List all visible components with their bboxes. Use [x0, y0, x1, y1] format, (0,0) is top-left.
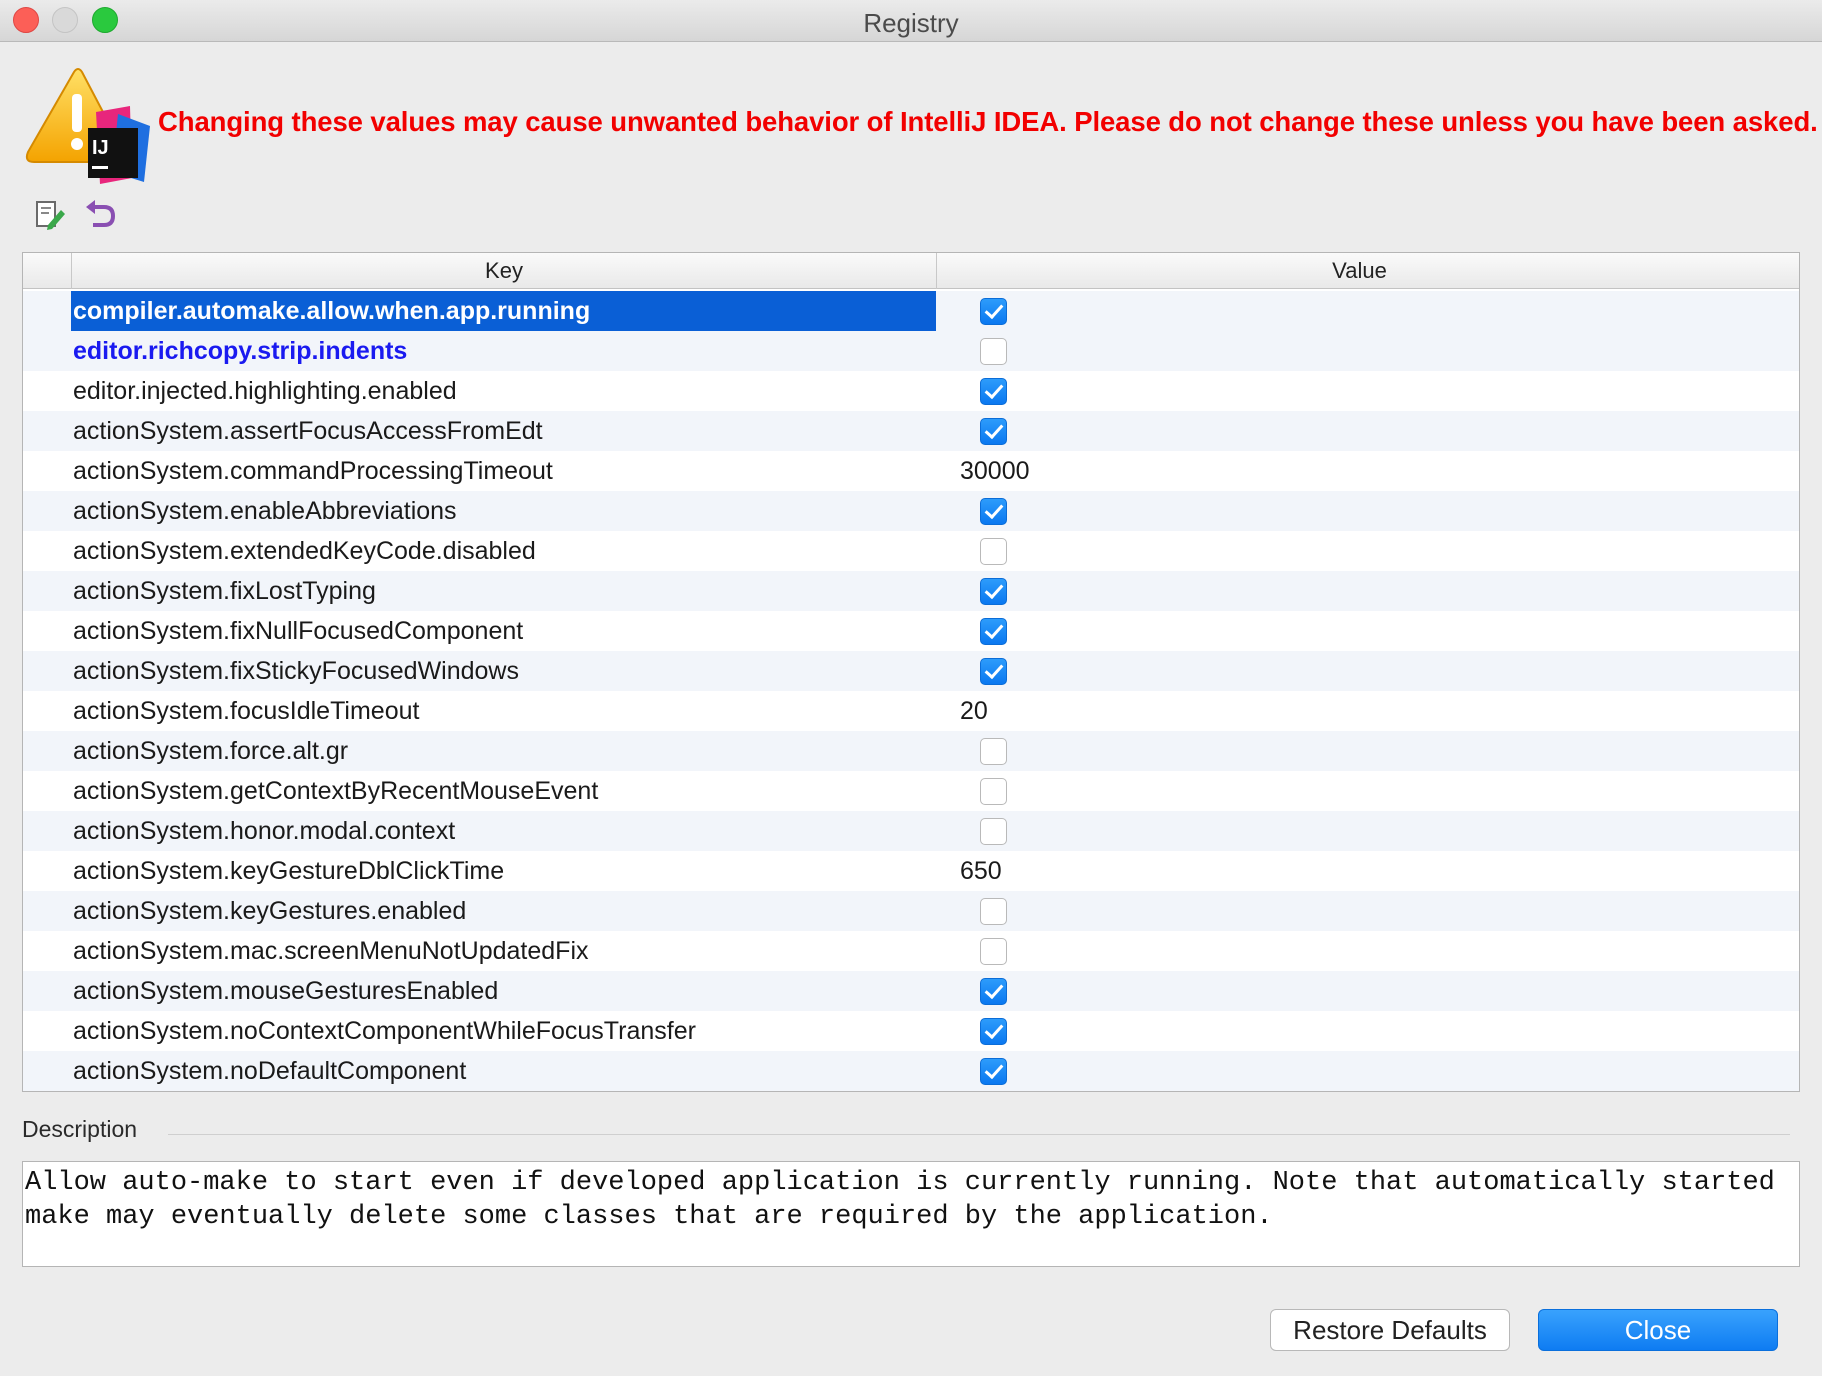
checkbox-checked[interactable]: [980, 1018, 1007, 1045]
table-row[interactable]: actionSystem.getContextByRecentMouseEven…: [23, 771, 1799, 811]
row-value[interactable]: [936, 531, 1782, 571]
checkbox-checked[interactable]: [980, 658, 1007, 685]
table-row[interactable]: editor.richcopy.strip.indents: [23, 331, 1799, 371]
table-row[interactable]: actionSystem.keyGestureDblClickTime 650: [23, 851, 1799, 891]
row-value[interactable]: [936, 731, 1782, 771]
table-row[interactable]: actionSystem.fixStickyFocusedWindows: [23, 651, 1799, 691]
row-value[interactable]: [936, 651, 1782, 691]
table-row[interactable]: actionSystem.force.alt.gr: [23, 731, 1799, 771]
row-value[interactable]: [936, 291, 1782, 331]
row-key[interactable]: actionSystem.keyGestureDblClickTime: [71, 851, 936, 891]
description-label: Description: [22, 1116, 138, 1142]
table-row[interactable]: actionSystem.honor.modal.context: [23, 811, 1799, 851]
row-value[interactable]: [936, 611, 1782, 651]
checkbox-checked[interactable]: [980, 1058, 1007, 1085]
svg-text:IJ: IJ: [92, 137, 109, 159]
row-value[interactable]: [936, 891, 1782, 931]
row-key[interactable]: actionSystem.force.alt.gr: [71, 731, 936, 771]
edit-icon[interactable]: [34, 199, 66, 231]
checkbox-checked[interactable]: [980, 978, 1007, 1005]
table-row[interactable]: compiler.automake.allow.when.app.running: [23, 291, 1799, 331]
row-key[interactable]: actionSystem.focusIdleTimeout: [71, 691, 936, 731]
table-row[interactable]: actionSystem.keyGestures.enabled: [23, 891, 1799, 931]
checkbox-unchecked[interactable]: [980, 338, 1007, 365]
column-header-key[interactable]: Key: [71, 253, 936, 289]
checkbox-checked[interactable]: [980, 498, 1007, 525]
table-row[interactable]: actionSystem.enableAbbreviations: [23, 491, 1799, 531]
row-value[interactable]: [936, 971, 1782, 1011]
checkbox-checked[interactable]: [980, 298, 1007, 325]
row-key[interactable]: compiler.automake.allow.when.app.running: [71, 291, 936, 331]
row-value[interactable]: [936, 411, 1782, 451]
description-divider: [168, 1134, 1790, 1135]
checkbox-checked[interactable]: [980, 578, 1007, 605]
checkbox-unchecked[interactable]: [980, 738, 1007, 765]
row-value[interactable]: [936, 771, 1782, 811]
row-value[interactable]: [936, 331, 1782, 371]
row-value[interactable]: [936, 931, 1782, 971]
row-value[interactable]: 650: [936, 851, 1782, 891]
table-row[interactable]: actionSystem.noContextComponentWhileFocu…: [23, 1011, 1799, 1051]
row-key[interactable]: actionSystem.noDefaultComponent: [71, 1051, 936, 1091]
row-key[interactable]: editor.injected.highlighting.enabled: [71, 371, 936, 411]
warning-message: Changing these values may cause unwanted…: [158, 106, 1818, 137]
table-row[interactable]: actionSystem.mac.screenMenuNotUpdatedFix: [23, 931, 1799, 971]
row-value[interactable]: [936, 1011, 1782, 1051]
row-key[interactable]: actionSystem.fixNullFocusedComponent: [71, 611, 936, 651]
row-value[interactable]: [936, 491, 1782, 531]
row-value[interactable]: [936, 371, 1782, 411]
row-key[interactable]: actionSystem.mouseGesturesEnabled: [71, 971, 936, 1011]
revert-icon[interactable]: [84, 199, 116, 231]
row-key[interactable]: actionSystem.assertFocusAccessFromEdt: [71, 411, 936, 451]
row-value[interactable]: 30000: [936, 451, 1782, 491]
checkbox-unchecked[interactable]: [980, 938, 1007, 965]
table-row[interactable]: editor.injected.highlighting.enabled: [23, 371, 1799, 411]
row-value[interactable]: [936, 1051, 1782, 1091]
row-key[interactable]: actionSystem.fixLostTyping: [71, 571, 936, 611]
row-value[interactable]: [936, 571, 1782, 611]
registry-table: Key Value compiler.automake.allow.when.a…: [22, 252, 1800, 1092]
warning-icon: IJ: [22, 66, 152, 186]
row-key[interactable]: actionSystem.commandProcessingTimeout: [71, 451, 936, 491]
row-key[interactable]: actionSystem.keyGestures.enabled: [71, 891, 936, 931]
table-header: Key Value: [23, 253, 1799, 289]
row-key[interactable]: actionSystem.getContextByRecentMouseEven…: [71, 771, 936, 811]
value-text[interactable]: 30000: [960, 451, 1030, 491]
table-row[interactable]: actionSystem.assertFocusAccessFromEdt: [23, 411, 1799, 451]
table-row[interactable]: actionSystem.focusIdleTimeout 20: [23, 691, 1799, 731]
column-header-value[interactable]: Value: [936, 253, 1782, 289]
title-bar: Registry: [0, 0, 1822, 42]
checkbox-checked[interactable]: [980, 378, 1007, 405]
description-text: Allow auto-make to start even if develop…: [22, 1161, 1800, 1267]
row-key[interactable]: actionSystem.fixStickyFocusedWindows: [71, 651, 936, 691]
value-text[interactable]: 650: [960, 851, 1002, 891]
row-key[interactable]: actionSystem.honor.modal.context: [71, 811, 936, 851]
row-key[interactable]: actionSystem.noContextComponentWhileFocu…: [71, 1011, 936, 1051]
table-body: compiler.automake.allow.when.app.running…: [23, 291, 1799, 1091]
checkbox-unchecked[interactable]: [980, 538, 1007, 565]
close-button[interactable]: Close: [1538, 1309, 1778, 1351]
row-value[interactable]: 20: [936, 691, 1782, 731]
table-row[interactable]: actionSystem.mouseGesturesEnabled: [23, 971, 1799, 1011]
checkbox-unchecked[interactable]: [980, 898, 1007, 925]
restore-defaults-button[interactable]: Restore Defaults: [1270, 1309, 1510, 1351]
row-key[interactable]: actionSystem.mac.screenMenuNotUpdatedFix: [71, 931, 936, 971]
table-row[interactable]: actionSystem.noDefaultComponent: [23, 1051, 1799, 1091]
checkbox-unchecked[interactable]: [980, 778, 1007, 805]
row-key[interactable]: actionSystem.extendedKeyCode.disabled: [71, 531, 936, 571]
value-text[interactable]: 20: [960, 691, 988, 731]
table-row[interactable]: actionSystem.fixLostTyping: [23, 571, 1799, 611]
window-title: Registry: [863, 8, 959, 38]
table-row[interactable]: actionSystem.commandProcessingTimeout 300…: [23, 451, 1799, 491]
table-row[interactable]: actionSystem.extendedKeyCode.disabled: [23, 531, 1799, 571]
checkbox-unchecked[interactable]: [980, 818, 1007, 845]
table-row[interactable]: actionSystem.fixNullFocusedComponent: [23, 611, 1799, 651]
row-key[interactable]: actionSystem.enableAbbreviations: [71, 491, 936, 531]
row-value[interactable]: [936, 811, 1782, 851]
checkbox-checked[interactable]: [980, 418, 1007, 445]
row-key[interactable]: editor.richcopy.strip.indents: [71, 331, 936, 371]
checkbox-checked[interactable]: [980, 618, 1007, 645]
